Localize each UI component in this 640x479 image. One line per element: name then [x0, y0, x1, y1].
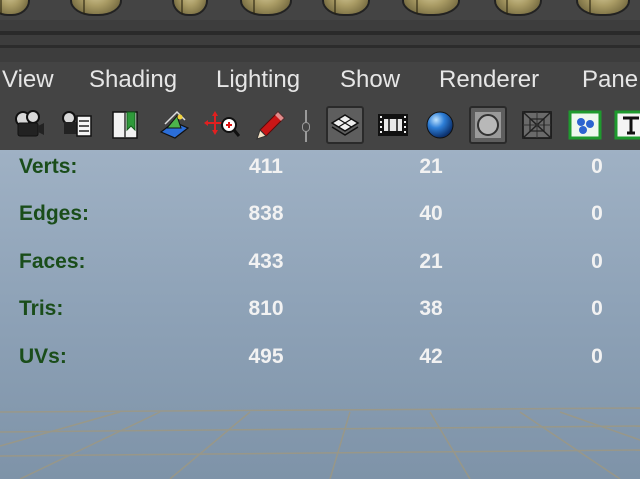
- shelf-separator: [0, 20, 640, 62]
- hud-row-verts: Verts: 411 21 0: [0, 155, 640, 185]
- film-gate-button[interactable]: [374, 106, 412, 144]
- hud-row-edges: Edges: 838 40 0: [0, 202, 640, 232]
- image-plane-button[interactable]: [155, 106, 193, 144]
- shelf-tool-icon[interactable]: [576, 0, 630, 16]
- hud-label: Verts:: [19, 155, 78, 178]
- wireframe-on-shaded-icon: [475, 112, 501, 138]
- grease-pencil-button[interactable]: [252, 106, 290, 144]
- hud-value-scene: 838: [248, 202, 284, 225]
- text-texture-icon: [614, 110, 640, 140]
- camera-list-button[interactable]: [58, 106, 96, 144]
- grease-pencil-icon: [256, 111, 285, 140]
- shelf-strip: [0, 0, 640, 20]
- smooth-shade-button[interactable]: [421, 106, 459, 144]
- bookmark-icon: [112, 111, 138, 139]
- image-plane-icon: [159, 110, 190, 139]
- hud-value-selected: 0: [591, 345, 603, 368]
- hud-value-object: 21: [419, 250, 443, 273]
- shelf-tool-icon[interactable]: [70, 0, 122, 16]
- viewport-3d[interactable]: Verts: 411 21 0 Edges: 838 40 0 Faces: 4…: [0, 150, 640, 479]
- panel-toolbar: [0, 100, 640, 150]
- xray-button[interactable]: [518, 106, 556, 144]
- hud-value-selected: 0: [591, 250, 603, 273]
- hud-row-tris: Tris: 810 38 0: [0, 297, 640, 327]
- shelf-tool-icon[interactable]: [494, 0, 542, 16]
- hud-value-object: 21: [419, 155, 443, 178]
- hud-label: Tris:: [19, 297, 64, 320]
- shelf-tool-icon[interactable]: [240, 0, 292, 16]
- hud-value-selected: 0: [591, 297, 603, 320]
- isolate-select-icon: [568, 110, 602, 140]
- menu-shading[interactable]: Shading: [89, 62, 177, 100]
- menu-renderer[interactable]: Renderer: [439, 62, 539, 100]
- hud-row-faces: Faces: 433 21 0: [0, 250, 640, 280]
- shaded-sphere-icon: [426, 111, 454, 139]
- shelf-tool-icon[interactable]: [322, 0, 370, 16]
- isolate-select-button[interactable]: [566, 106, 604, 144]
- shelf-tool-icon[interactable]: [172, 0, 208, 16]
- pan-zoom-button[interactable]: [203, 106, 241, 144]
- text-texture-button[interactable]: [612, 106, 640, 144]
- film-gate-icon: [378, 114, 408, 136]
- shelf-tool-icon[interactable]: [402, 0, 460, 16]
- hud-value-scene: 411: [249, 155, 283, 178]
- xray-icon: [522, 111, 552, 139]
- camera-list-icon: [62, 111, 92, 137]
- panel-menu-bar: View Shading Lighting Show Renderer Pane: [0, 62, 640, 100]
- hud-value-selected: 0: [591, 155, 603, 178]
- hud-value-scene: 495: [248, 345, 284, 368]
- hud-value-object: 38: [419, 297, 443, 320]
- hud-value-scene: 433: [248, 250, 284, 273]
- hud-label: Edges:: [19, 202, 90, 225]
- shelf-tool-icon[interactable]: [0, 0, 30, 16]
- camera-attributes-button[interactable]: [10, 106, 48, 144]
- camera-attributes-icon: [15, 110, 44, 137]
- bookmark-button[interactable]: [106, 106, 144, 144]
- hud-value-object: 42: [419, 345, 443, 368]
- toolbar-separator: [302, 110, 310, 142]
- menu-panels[interactable]: Pane: [582, 62, 638, 100]
- wireframe-on-shaded-button[interactable]: [469, 106, 507, 144]
- poly-count-hud: Verts: 411 21 0 Edges: 838 40 0 Faces: 4…: [0, 150, 640, 390]
- hud-value-object: 40: [419, 202, 443, 225]
- hud-value-scene: 810: [248, 297, 284, 320]
- menu-show[interactable]: Show: [340, 62, 400, 100]
- hud-label: UVs:: [19, 345, 67, 368]
- grid-toggle-button[interactable]: [326, 106, 364, 144]
- menu-lighting[interactable]: Lighting: [216, 62, 300, 100]
- grid-icon: [330, 114, 360, 136]
- hud-label: Faces:: [19, 250, 86, 273]
- 2d-pan-zoom-icon: [204, 111, 240, 137]
- hud-row-uvs: UVs: 495 42 0: [0, 345, 640, 375]
- menu-view[interactable]: View: [2, 62, 54, 100]
- hud-value-selected: 0: [591, 202, 603, 225]
